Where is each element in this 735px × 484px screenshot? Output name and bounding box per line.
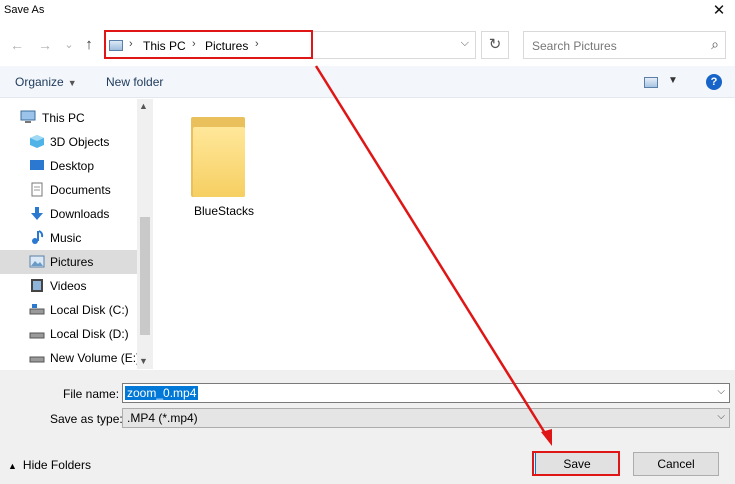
computer-icon [20,110,36,123]
sidebar-item-local-disk-c[interactable]: Local Disk (C:) [0,298,137,322]
save-type-value: .MP4 (*.mp4) [127,411,198,425]
sidebar-item-videos[interactable]: Videos [0,274,137,298]
new-folder-button[interactable]: New folder [106,75,163,89]
music-icon [32,230,44,244]
save-type-select[interactable]: .MP4 (*.mp4) ⌵ [122,408,730,428]
folder-icon[interactable] [191,117,247,197]
sidebar-item-documents[interactable]: Documents [0,178,137,202]
drive-icon [29,356,45,363]
search-placeholder: Search Pictures [532,39,617,53]
save-type-label: Save as type: [50,412,123,426]
organize-button[interactable]: Organize ▼ [15,75,77,89]
drive-icon [29,304,45,315]
search-input[interactable]: Search Pictures ⌕ [523,31,726,59]
scrollbar-thumb[interactable] [140,217,150,335]
file-list: BlueStacks [155,99,735,369]
caret-up-icon: ▲ [8,461,17,471]
file-name-field[interactable]: zoom_0.mp4 ⌵ [122,383,730,403]
close-icon[interactable]: ✕ [709,1,729,21]
sidebar-item-label: Videos [50,279,87,293]
sidebar-item-new-volume-e[interactable]: New Volume (E:) [0,346,141,369]
organize-label: Organize [15,75,64,89]
sidebar-item-downloads[interactable]: Downloads [0,202,137,226]
save-highlight-box [532,451,620,476]
folder-name[interactable]: BlueStacks [179,204,269,218]
search-icon: ⌕ [711,36,719,52]
sidebar-item-this-pc[interactable]: This PC [0,106,137,130]
sidebar-item-label: Desktop [50,159,95,173]
address-highlight-box [104,30,313,59]
cancel-button[interactable]: Cancel [633,452,719,476]
sidebar-item-label: New Volume (E:) [50,351,141,365]
caret-down-icon[interactable]: ▼ [668,75,678,86]
scroll-up-icon[interactable]: ▲ [139,101,148,111]
caret-down-icon: ▼ [67,78,77,88]
sidebar-item-label: Music [50,231,82,245]
download-icon [31,207,43,220]
sidebar-item-desktop[interactable]: Desktop [0,154,137,178]
window-title: Save As [4,4,45,16]
forward-arrow-icon[interactable]: → [36,34,54,56]
sidebar-item-local-disk-d[interactable]: Local Disk (D:) [0,322,137,346]
sidebar-item-pictures[interactable]: Pictures [0,250,137,274]
chevron-down-icon[interactable]: ⌵ [717,411,725,422]
drive-icon [29,332,45,339]
document-icon [31,182,43,197]
sidebar-item-label: 3D Objects [50,135,110,149]
cube-icon [30,135,44,148]
picture-icon [29,255,45,268]
title-bar: Save As ✕ [0,0,735,24]
chevron-down-icon[interactable]: ⌵ [461,37,469,50]
command-bar: Organize ▼ New folder ▼ ? [0,66,735,98]
file-name-value: zoom_0.mp4 [125,386,199,400]
sidebar-item-label: Local Disk (C:) [50,303,129,317]
sidebar-item-label: Documents [50,183,111,197]
sidebar-item-music[interactable]: Music [0,226,137,250]
view-options-icon[interactable] [644,77,658,88]
scroll-down-icon[interactable]: ▼ [139,356,148,366]
recent-locations-icon[interactable]: ⌄ [60,34,78,56]
hide-folders-label: Hide Folders [22,458,91,472]
up-arrow-icon[interactable]: ↑ [80,34,98,56]
chevron-down-icon[interactable]: ⌵ [717,386,725,397]
sidebar-item-label: Pictures [50,255,94,269]
refresh-button[interactable]: ↻ [481,31,509,59]
file-name-label: File name: [63,387,120,401]
desktop-icon [30,160,44,170]
hide-folders-button[interactable]: ▲ Hide Folders [8,458,91,472]
sidebar-item-label: Downloads [50,207,110,221]
sidebar-item-label: Local Disk (D:) [50,327,129,341]
back-arrow-icon[interactable]: ← [8,34,26,56]
sidebar-item-3d-objects[interactable]: 3D Objects [0,130,137,154]
help-icon[interactable]: ? [706,74,722,90]
sidebar-item-label: This PC [42,111,85,125]
navigation-pane: This PC 3D Objects Desktop Documents Dow… [0,99,153,369]
video-icon [31,279,43,292]
